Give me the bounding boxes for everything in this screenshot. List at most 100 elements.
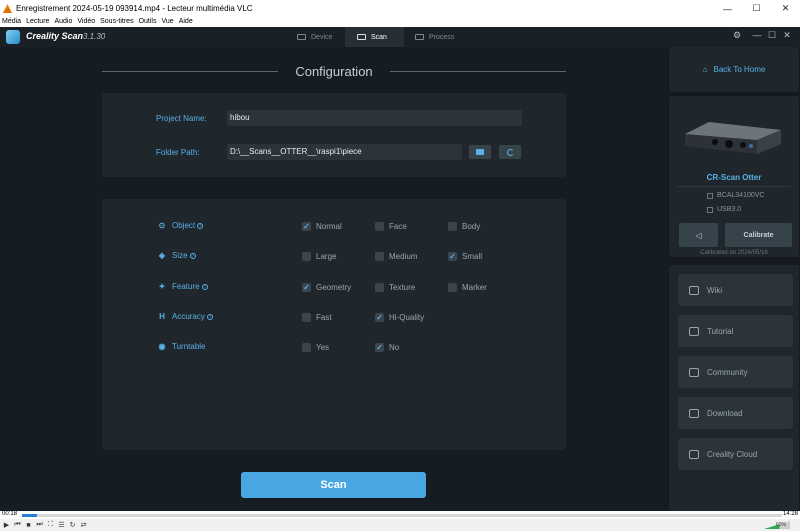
help-icon[interactable]: ?	[189, 252, 196, 259]
sound-button[interactable]: ◁	[679, 223, 718, 247]
checkbox-yes[interactable]: Yes	[302, 343, 329, 352]
accuracy-label-group: H Accuracy ?	[158, 312, 213, 321]
links-panel: Wiki Tutorial Community Download Crealit…	[669, 265, 799, 511]
playlist-icon[interactable]: ☰	[57, 521, 66, 529]
device-card: CR-Scan Otter BCAL34100VC USB3.0 ◁ Calib…	[669, 96, 799, 257]
menu-audio[interactable]: Audio	[54, 17, 72, 27]
checkbox-icon: ✓	[375, 343, 384, 352]
app-maximize-icon[interactable]: ☐	[765, 30, 779, 41]
checkbox-geometry[interactable]: ✓ Geometry	[302, 283, 351, 292]
help-icon[interactable]: ?	[206, 313, 213, 320]
option-row-accuracy: H Accuracy ? Fast ✓ Hi-Quality	[102, 312, 568, 326]
community-icon	[689, 367, 699, 377]
wiki-link[interactable]: Wiki	[678, 274, 793, 306]
video-icon	[689, 326, 699, 336]
next-icon[interactable]: ⏭	[35, 521, 44, 529]
option-label-turntable: Turntable	[172, 342, 206, 351]
menu-media[interactable]: Média	[2, 17, 21, 27]
scan-button[interactable]: Scan	[241, 472, 426, 498]
community-link[interactable]: Community	[678, 356, 793, 388]
app-close-icon[interactable]: ✕	[780, 30, 794, 41]
checkbox-icon	[302, 313, 311, 322]
refresh-path-button[interactable]	[499, 145, 521, 159]
checkbox-icon	[448, 283, 457, 292]
device-port: USB3.0	[717, 206, 742, 213]
checkbox-hi-quality[interactable]: ✓ Hi-Quality	[375, 313, 424, 322]
maximize-icon[interactable]: ☐	[742, 0, 771, 17]
checkbox-icon	[375, 283, 384, 292]
shuffle-icon[interactable]: ⇄	[79, 521, 88, 529]
checkbox-no[interactable]: ✓ No	[375, 343, 399, 352]
tab-process-label: Process	[429, 33, 455, 41]
choice-label: Geometry	[316, 283, 352, 292]
device-name: CR-Scan Otter	[706, 173, 762, 182]
menu-subtitles[interactable]: Sous-titres	[100, 17, 133, 27]
menu-help[interactable]: Aide	[179, 17, 193, 27]
menu-lecture[interactable]: Lecture	[26, 17, 49, 27]
option-row-feature: ✦ Feature ? ✓ Geometry Texture Marker	[102, 282, 568, 296]
tab-scan[interactable]: Scan	[345, 27, 404, 47]
choice-label: Normal	[316, 222, 342, 231]
minimize-icon[interactable]: —	[713, 0, 742, 17]
vlc-control-bar: ▶ ⏮ ■ ⏭ ⛶ ☰ ↻ ⇄ 60%	[0, 519, 800, 531]
project-name-label: Project Name:	[156, 114, 207, 123]
creality-cloud-link[interactable]: Creality Cloud	[678, 438, 793, 470]
menu-view[interactable]: Vue	[162, 17, 174, 27]
checkbox-texture[interactable]: Texture	[375, 283, 415, 292]
tutorial-link[interactable]: Tutorial	[678, 315, 793, 347]
project-panel: Project Name: hibou Folder Path: D:\__Sc…	[102, 93, 566, 177]
community-label: Community	[707, 367, 748, 377]
wiki-label: Wiki	[707, 285, 723, 295]
refresh-icon	[506, 148, 514, 156]
checkbox-small[interactable]: ✓ Small	[448, 252, 482, 261]
device-divider	[677, 186, 791, 187]
stop-icon[interactable]: ■	[24, 521, 33, 529]
option-row-object: ⊙ Object ? ✓ Normal Face Body	[102, 221, 568, 235]
tab-scan-label: Scan	[371, 33, 387, 41]
checkbox-icon: ✓	[302, 222, 311, 231]
checkbox-fast[interactable]: Fast	[302, 313, 332, 322]
help-icon[interactable]: ?	[201, 283, 208, 290]
menu-tools[interactable]: Outils	[139, 17, 157, 27]
back-to-home-button[interactable]: ⌂ Back To Home	[669, 47, 799, 92]
checkbox-normal[interactable]: ✓ Normal	[302, 222, 342, 231]
checkbox-face[interactable]: Face	[375, 222, 407, 231]
loop-icon[interactable]: ↻	[68, 521, 77, 529]
target-icon: ⊙	[158, 221, 166, 230]
menu-video[interactable]: Vidéo	[77, 17, 95, 27]
right-sidebar: ⌂ Back To Home CR-Scan Otter BCAL34100VC	[668, 47, 800, 511]
settings-gear-icon[interactable]: ⚙	[730, 30, 744, 41]
time-total: 14:28	[782, 511, 798, 517]
device-serial-row: BCAL34100VC	[707, 192, 764, 199]
checkbox-icon	[302, 343, 311, 352]
choice-label: Large	[316, 252, 337, 261]
chip-icon	[707, 192, 713, 199]
folder-path-input[interactable]: D:\__Scans__OTTER__\raspi1\piece	[227, 144, 462, 160]
checkbox-icon: ✓	[448, 252, 457, 261]
checkbox-large[interactable]: Large	[302, 252, 336, 261]
tab-device[interactable]: Device	[285, 27, 344, 47]
browse-folder-button[interactable]	[469, 145, 491, 159]
seek-slider[interactable]	[22, 514, 782, 517]
turntable-label-group: ◉ Turntable	[158, 342, 206, 351]
checkbox-body[interactable]: Body	[448, 222, 480, 231]
tab-process[interactable]: Process	[403, 27, 466, 47]
creality-cloud-label: Creality Cloud	[707, 449, 758, 459]
choice-label: Fast	[316, 313, 332, 322]
tutorial-label: Tutorial	[707, 326, 734, 336]
download-link[interactable]: Download	[678, 397, 793, 429]
fullscreen-icon[interactable]: ⛶	[46, 521, 55, 529]
close-icon[interactable]: ✕	[771, 0, 800, 17]
previous-icon[interactable]: ⏮	[13, 521, 22, 529]
project-name-input[interactable]: hibou	[227, 110, 522, 126]
checkbox-marker[interactable]: Marker	[448, 283, 487, 292]
play-icon[interactable]: ▶	[2, 521, 11, 529]
turntable-icon: ◉	[158, 342, 166, 351]
creality-scan-app: Creality Scan 3.1.30 Device Scan Process…	[0, 27, 800, 511]
help-icon[interactable]: ?	[197, 222, 204, 229]
checkbox-medium[interactable]: Medium	[375, 252, 417, 261]
calibrate-button[interactable]: Calibrate	[725, 223, 792, 247]
choice-label: Medium	[389, 252, 418, 261]
vlc-seek-bar-area: 00:18 14:28	[0, 511, 800, 519]
app-minimize-icon[interactable]: —	[750, 30, 764, 40]
